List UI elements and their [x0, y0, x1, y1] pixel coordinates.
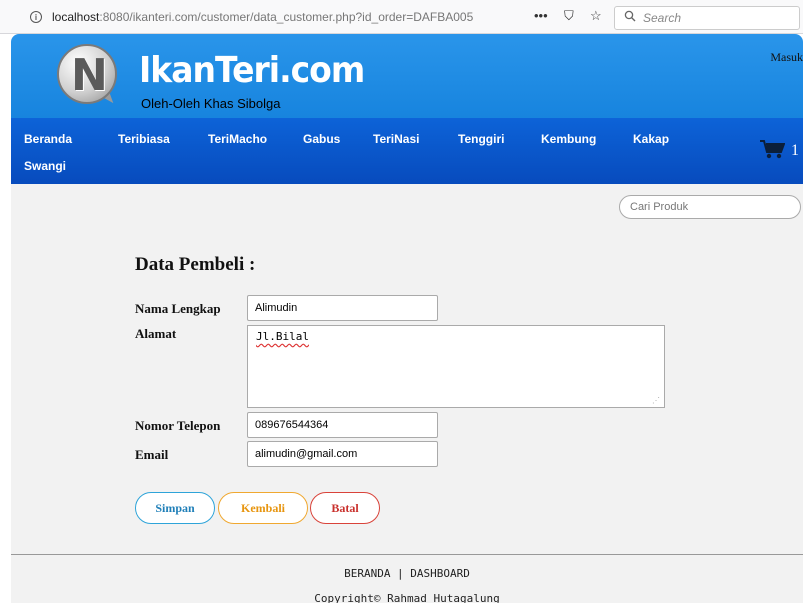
cart-count: 1 — [791, 142, 799, 159]
url-path: :8080/ikanteri.com/customer/data_custome… — [99, 10, 474, 24]
phone-field[interactable]: 089676544364 — [247, 412, 438, 438]
product-search-input[interactable]: Cari Produk — [619, 195, 801, 219]
info-icon[interactable]: i — [30, 11, 42, 23]
footer-divider — [11, 554, 803, 555]
address-textarea[interactable]: Jl.Bilal ⋰ — [247, 325, 665, 408]
address-value: Jl.Bilal — [256, 330, 309, 343]
main-nav: Beranda Teribiasa TeriMacho Gabus TeriNa… — [11, 118, 803, 184]
back-button[interactable]: Kembali — [218, 492, 308, 524]
nav-item-terimacho[interactable]: TeriMacho — [208, 132, 267, 146]
pocket-icon[interactable]: ⛉ — [564, 8, 574, 24]
cart-icon[interactable] — [759, 138, 786, 160]
url-host: localhost — [52, 10, 100, 24]
nav-item-swangi[interactable]: Swangi — [24, 159, 66, 173]
brand-tagline: Oleh-Oleh Khas Sibolga — [141, 96, 281, 111]
copyright-text: Copyright© Rahmad Hutagalung — [314, 592, 500, 603]
search-icon — [624, 10, 636, 25]
bookmark-star-icon[interactable]: ☆ — [590, 8, 602, 24]
resize-grip-icon[interactable]: ⋰ — [652, 396, 660, 405]
name-field[interactable]: Alimudin — [247, 295, 438, 321]
logo-icon[interactable]: N — [57, 44, 123, 110]
page-actions: ••• ⛉ ☆ — [530, 6, 620, 28]
form-title: Data Pembeli : — [135, 254, 256, 275]
address-label: Alamat — [135, 326, 177, 341]
browser-toolbar: i localhost:8080/ikanteri.com/customer/d… — [0, 0, 803, 34]
cancel-button[interactable]: Batal — [310, 492, 380, 524]
save-button[interactable]: Simpan — [135, 492, 215, 524]
more-icon[interactable]: ••• — [534, 8, 548, 23]
browser-search-input[interactable]: Search — [614, 6, 800, 30]
nav-item-kembung[interactable]: Kembung — [541, 132, 596, 146]
nav-item-beranda[interactable]: Beranda — [24, 132, 72, 146]
url-text[interactable]: localhost:8080/ikanteri.com/customer/dat… — [52, 10, 473, 24]
nav-item-terinasi[interactable]: TeriNasi — [373, 132, 419, 146]
nav-item-tenggiri[interactable]: Tenggiri — [458, 132, 504, 146]
footer-links[interactable]: BERANDA | DASHBOARD — [11, 567, 803, 580]
search-placeholder: Search — [643, 11, 682, 25]
name-label: Nama Lengkap — [135, 301, 221, 316]
nav-item-teribiasa[interactable]: Teribiasa — [118, 132, 170, 146]
login-link[interactable]: Masuk — [770, 50, 803, 65]
site-header: N IkanTeri.com Oleh-Oleh Khas Sibolga Ma… — [11, 34, 803, 118]
nav-item-gabus[interactable]: Gabus — [303, 132, 340, 146]
brand-name[interactable]: IkanTeri.com — [139, 48, 365, 90]
main-content: Cari Produk Data Pembeli : Nama Lengkap … — [11, 184, 803, 603]
phone-label: Nomor Telepon — [135, 418, 221, 433]
email-field[interactable]: alimudin@gmail.com — [247, 441, 438, 467]
nav-item-kakap[interactable]: Kakap — [633, 132, 669, 146]
email-label: Email — [135, 447, 169, 462]
